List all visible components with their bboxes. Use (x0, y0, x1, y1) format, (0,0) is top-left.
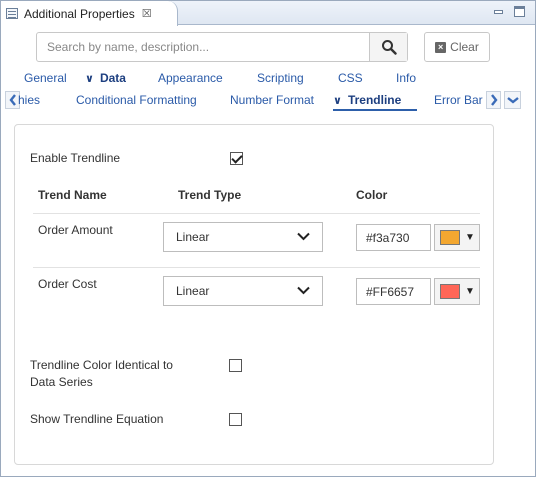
trend-type-value: Linear (176, 284, 210, 298)
tab-hierarchies[interactable]: hies (18, 93, 40, 107)
tabs-more-button[interactable] (504, 91, 521, 109)
identical-color-checkbox[interactable] (229, 359, 242, 372)
tab-number-format[interactable]: Number Format (230, 93, 314, 107)
identical-color-label: Trendline Color Identical to Data Series (30, 358, 173, 389)
tab-info[interactable]: Info (396, 71, 416, 85)
tab-data-label: Data (99, 71, 126, 85)
color-swatch (440, 230, 460, 245)
close-view-icon[interactable]: ☒ (142, 7, 152, 20)
chevron-down-icon (297, 232, 310, 241)
tab-data[interactable]: ∨ Data (85, 71, 126, 85)
enable-trendline-label: Enable Trendline (30, 151, 121, 165)
search-box (36, 32, 408, 62)
clear-icon: × (435, 41, 447, 53)
color-swatch (440, 284, 460, 299)
search-button[interactable] (369, 33, 407, 61)
properties-view-icon (6, 8, 18, 19)
trend-type-header: Trend Type (178, 188, 242, 202)
trend-name-cell: Order Cost (38, 277, 97, 291)
color-picker-button[interactable]: ▼ (434, 224, 480, 251)
tabs-next-button[interactable] (486, 91, 501, 109)
chevron-down-icon (297, 286, 310, 295)
view-title: Additional Properties (24, 6, 135, 21)
chevron-down-icon: ∨ (333, 95, 342, 107)
trend-type-select[interactable]: Linear (163, 222, 323, 252)
chevron-right-icon (490, 94, 498, 106)
active-tab-underline (333, 109, 417, 111)
view-tab[interactable]: Additional Properties ☒ (1, 1, 178, 26)
tab-appearance[interactable]: Appearance (158, 71, 223, 85)
caret-down-icon: ▼ (465, 232, 475, 243)
trendline-panel: Enable Trendline Trend Name Trend Type C… (14, 124, 494, 465)
tab-scripting[interactable]: Scripting (257, 71, 304, 85)
chevron-left-icon (8, 94, 16, 106)
tab-general[interactable]: General (24, 71, 67, 85)
show-equation-checkbox[interactable] (229, 413, 242, 426)
clear-button[interactable]: × Clear (424, 32, 490, 62)
trend-name-cell: Order Amount (38, 223, 113, 237)
tab-trendline[interactable]: ∨ Trendline (333, 93, 401, 107)
caret-down-icon: ▼ (465, 286, 475, 297)
color-hex-input[interactable] (356, 224, 431, 251)
color-hex-input[interactable] (356, 278, 431, 305)
clear-label: Clear (450, 40, 479, 54)
trend-name-header: Trend Name (38, 188, 107, 202)
tab-error-bar[interactable]: Error Bar (434, 93, 483, 107)
color-picker-button[interactable]: ▼ (434, 278, 480, 305)
header-divider (33, 213, 480, 214)
row-divider (33, 267, 480, 268)
color-header: Color (356, 188, 388, 202)
tab-trendline-label: Trendline (347, 93, 402, 107)
trend-type-value: Linear (176, 230, 210, 244)
tab-css[interactable]: CSS (338, 71, 363, 85)
search-icon (381, 40, 397, 55)
show-equation-label: Show Trendline Equation (30, 412, 164, 426)
tab-conditional-formatting[interactable]: Conditional Formatting (76, 93, 197, 107)
trend-type-select[interactable]: Linear (163, 276, 323, 306)
maximize-button[interactable] (514, 6, 525, 17)
properties-window: Additional Properties ☒ × Clear General … (0, 0, 536, 477)
minimize-button[interactable] (493, 6, 504, 17)
chevron-down-icon: ∨ (85, 73, 94, 85)
search-input[interactable] (37, 33, 369, 61)
enable-trendline-checkbox[interactable] (230, 152, 243, 165)
chevron-down-icon (506, 97, 519, 104)
